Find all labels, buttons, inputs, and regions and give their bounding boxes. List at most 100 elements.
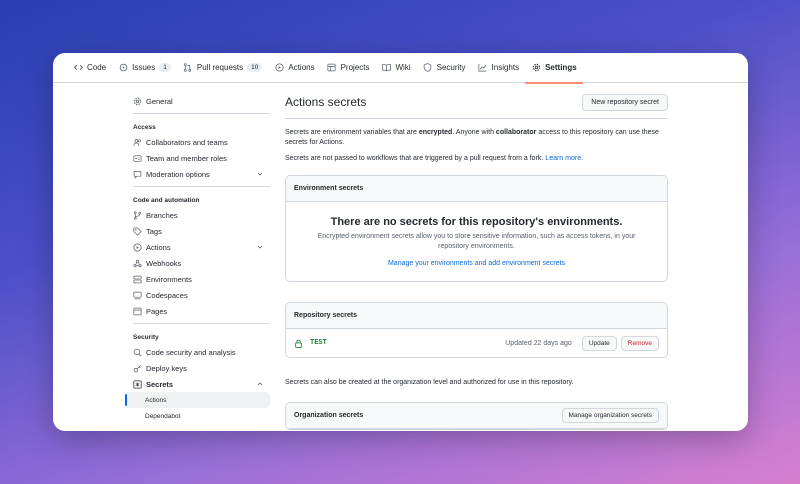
pull-request-icon	[183, 63, 193, 73]
sidebar-item-label: Moderation options	[146, 169, 210, 179]
sidebar-item-collaborators[interactable]: Collaborators and teams	[125, 134, 270, 150]
new-repository-secret-button[interactable]: New repository secret	[582, 93, 668, 111]
sidebar-item-label: Webhooks	[146, 258, 182, 268]
org-note: Secrets can also be created at the organ…	[285, 379, 574, 386]
sidebar-item-label: Environments	[146, 274, 192, 284]
tab-wiki[interactable]: Wiki	[382, 53, 411, 83]
sidebar-item-label: Collaborators and teams	[146, 137, 228, 147]
intro-text: Secrets are environment variables that a…	[285, 128, 668, 148]
tab-label: Insights	[491, 63, 520, 72]
divider	[133, 186, 270, 187]
page-title: Actions secrets	[285, 95, 367, 109]
sidebar-item-branches[interactable]: Branches	[125, 207, 270, 223]
sidebar-subitem-dependabot[interactable]: Dependabot	[125, 408, 270, 424]
play-icon	[274, 63, 284, 73]
sidebar-item-tags[interactable]: Tags	[125, 223, 270, 239]
tab-issues[interactable]: Issues 1	[118, 53, 171, 83]
sidebar-item-pages[interactable]: Pages	[125, 303, 270, 319]
book-icon	[382, 63, 392, 73]
tab-code[interactable]: Code	[73, 53, 106, 83]
sidebar-item-label: Actions	[146, 242, 171, 252]
sidebar-item-label: Pages	[146, 306, 168, 316]
comment-icon	[133, 170, 142, 179]
sidebar-item-code-security[interactable]: Code security and analysis	[125, 344, 270, 360]
sidebar-item-label: General	[146, 96, 173, 106]
tag-icon	[133, 226, 142, 236]
tab-actions[interactable]: Actions	[274, 53, 315, 83]
intro-text-part: . Anyone with	[452, 129, 496, 136]
sidebar-item-secrets[interactable]: Secrets	[125, 376, 270, 392]
sidebar-heading-security: Security	[133, 333, 159, 341]
sidebar-heading-access: Access	[133, 123, 156, 131]
tab-projects[interactable]: Projects	[327, 53, 370, 83]
lock-icon	[295, 339, 302, 348]
play-icon	[133, 242, 142, 252]
tab-label: Projects	[340, 63, 370, 72]
box-header: Repository secrets	[286, 303, 667, 329]
update-secret-button[interactable]: Update	[581, 335, 617, 351]
issues-counter: 1	[159, 63, 171, 72]
blankslate-title: There are no secrets for this repository…	[330, 216, 623, 228]
sidebar-subitem-actions[interactable]: Actions	[125, 392, 270, 408]
box-heading: Environment secrets	[294, 185, 364, 192]
divider	[133, 113, 270, 114]
key-icon	[133, 364, 142, 373]
box-heading: Organization secrets	[294, 412, 364, 419]
manage-organization-secrets-button[interactable]: Manage organization secrets	[561, 408, 659, 423]
intro-text-part: Secrets are environment variables that a…	[285, 129, 419, 136]
sidebar-item-label: Secrets	[146, 379, 174, 389]
branch-icon	[133, 210, 142, 220]
sidebar-item-environments[interactable]: Environments	[125, 271, 270, 287]
codescan-icon	[133, 348, 142, 357]
divider	[133, 323, 270, 324]
remove-secret-button[interactable]: Remove	[620, 335, 659, 351]
secret-updated: Updated 22 days ago	[505, 339, 572, 347]
box-header: Environment secrets	[286, 176, 667, 202]
graph-icon	[478, 63, 488, 73]
sidebar-item-deploy-keys[interactable]: Deploy keys	[125, 360, 270, 376]
organization-secrets-box: Organization secrets Manage organization…	[285, 402, 668, 430]
secret-row: TEST Updated 22 days ago Update Remove	[286, 329, 667, 357]
chevron-down-icon[interactable]	[256, 170, 264, 178]
sidebar-item-codespaces[interactable]: Codespaces	[125, 287, 270, 303]
sidebar-item-label: Codespaces	[146, 290, 188, 300]
codespaces-icon	[133, 291, 142, 300]
manage-environments-link[interactable]: Manage your environments and add environ…	[302, 260, 651, 267]
tab-label: Pull requests	[196, 63, 244, 72]
server-icon	[133, 275, 142, 284]
sidebar-item-label: Deploy keys	[146, 363, 187, 373]
chevron-up-icon[interactable]	[256, 380, 264, 388]
tab-label: Actions	[288, 63, 315, 72]
gear-icon	[531, 63, 541, 73]
table-icon	[327, 63, 337, 73]
box-header: Organization secrets Manage organization…	[286, 403, 667, 429]
intro-bold-encrypted: encrypted	[418, 129, 453, 136]
learn-more-link[interactable]: Learn more.	[545, 155, 583, 162]
tab-pull-requests[interactable]: Pull requests 10	[183, 53, 263, 83]
box-heading: Repository secrets	[294, 312, 358, 319]
tab-label: Wiki	[395, 63, 411, 72]
sidebar-item-team-roles[interactable]: Team and member roles	[125, 150, 270, 166]
sidebar-item-label: Branches	[146, 210, 178, 220]
browser-icon	[133, 307, 142, 316]
chevron-down-icon[interactable]	[256, 243, 264, 251]
shield-icon	[423, 63, 433, 73]
fork-note-text: Secrets are not passed to workflows that…	[285, 155, 546, 162]
code-icon	[73, 63, 83, 73]
sidebar-item-webhooks[interactable]: Webhooks	[125, 255, 270, 271]
sidebar-item-moderation[interactable]: Moderation options	[125, 166, 270, 182]
secret-name: TEST	[310, 339, 327, 347]
tab-settings[interactable]: Settings	[525, 53, 583, 84]
divider	[285, 118, 668, 119]
sidebar-item-general[interactable]: General	[125, 93, 270, 109]
tab-insights[interactable]: Insights	[478, 53, 520, 83]
gear-icon	[133, 97, 142, 106]
sidebar-item-actions[interactable]: Actions	[125, 239, 270, 255]
tab-label: Issues	[132, 63, 156, 72]
issue-icon	[118, 63, 128, 73]
tab-security[interactable]: Security	[423, 53, 466, 83]
repo-tab-nav: Code Issues 1 Pull requests 10 Actions P…	[53, 53, 748, 84]
pull-requests-counter: 10	[247, 63, 263, 72]
asterisk-box-icon	[133, 379, 142, 389]
people-icon	[133, 138, 142, 147]
